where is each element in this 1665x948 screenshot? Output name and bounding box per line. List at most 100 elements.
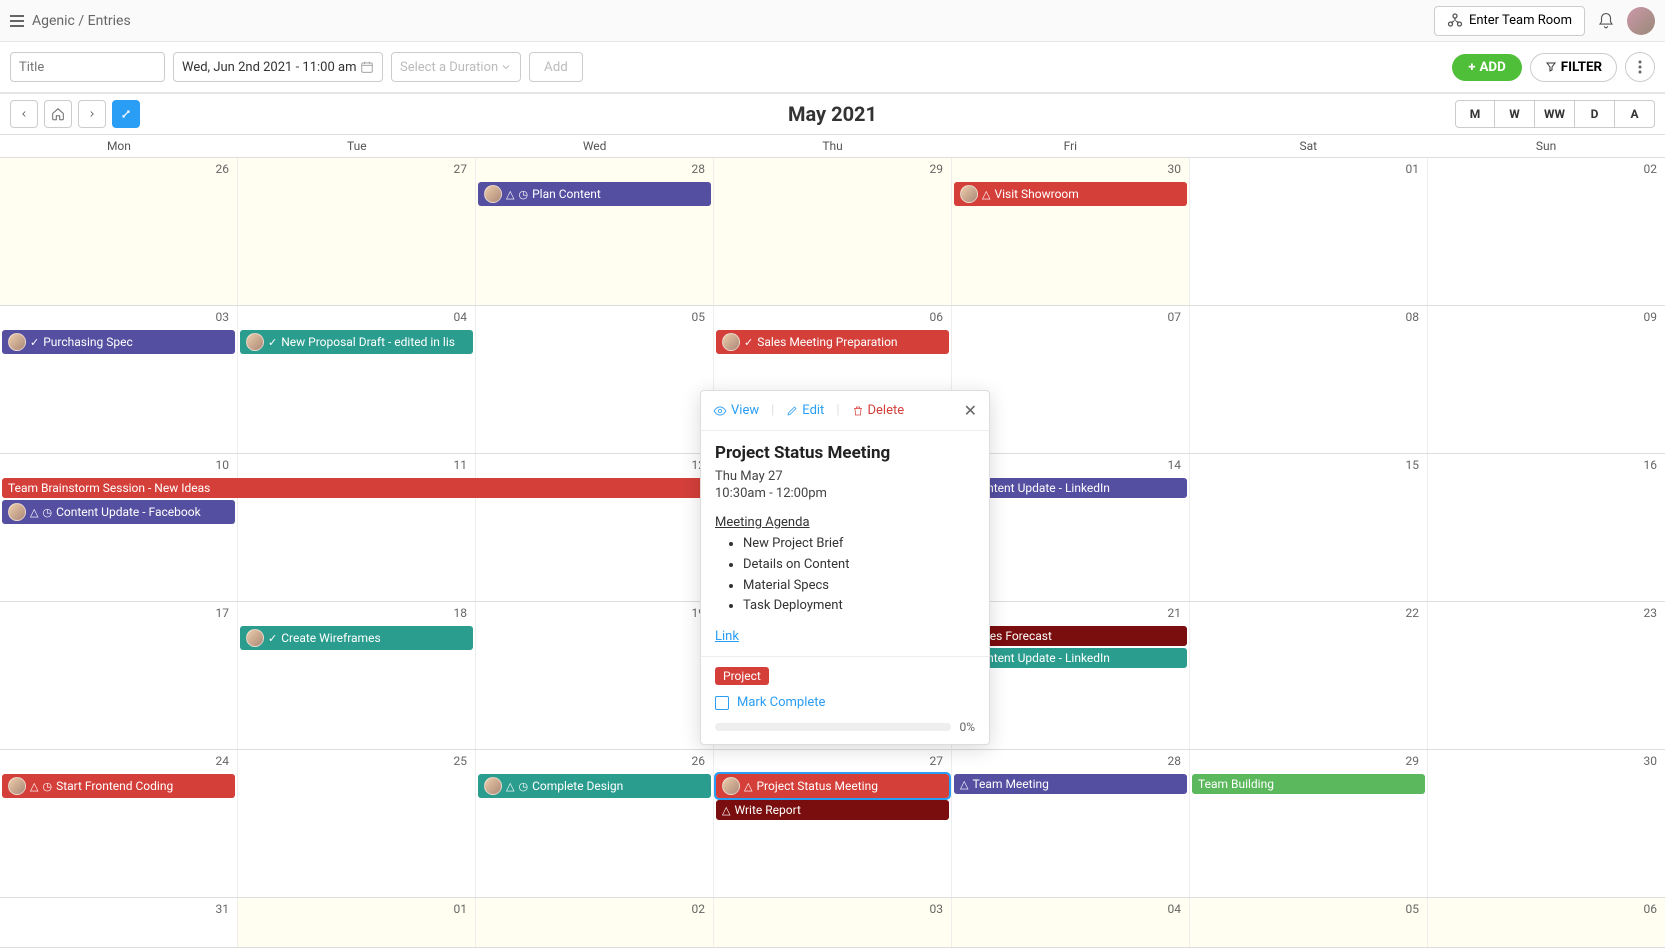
check-icon: ✓ bbox=[744, 336, 753, 349]
calendar-cell[interactable]: 03✓Purchasing Spec bbox=[0, 306, 238, 453]
calendar-cell[interactable]: 17 bbox=[0, 602, 238, 749]
notifications-icon[interactable] bbox=[1597, 12, 1615, 30]
filter-button[interactable]: FILTER bbox=[1530, 53, 1617, 82]
calendar-cell[interactable]: 29Team Building bbox=[1190, 750, 1428, 897]
mark-complete-checkbox[interactable]: Mark Complete bbox=[715, 695, 975, 710]
event-title: Team Brainstorm Session - New Ideas bbox=[8, 481, 210, 495]
calendar-cell[interactable]: 29 bbox=[714, 158, 952, 305]
calendar-event[interactable]: △◷Content Update - Facebook bbox=[2, 500, 235, 524]
calendar-cell[interactable]: 11 bbox=[238, 454, 476, 601]
popup-edit-link[interactable]: Edit bbox=[786, 403, 824, 418]
date-number: 26 bbox=[692, 754, 706, 768]
calendar-cell[interactable]: 26 bbox=[0, 158, 238, 305]
expand-button[interactable] bbox=[112, 100, 140, 128]
calendar-cell[interactable]: 03 bbox=[714, 898, 952, 947]
calendar-cell[interactable]: 19 bbox=[476, 602, 714, 749]
calendar-cell[interactable]: 15 bbox=[1190, 454, 1428, 601]
event-title: Content Update - Facebook bbox=[56, 505, 201, 519]
add-small-button[interactable]: Add bbox=[529, 52, 583, 82]
plus-icon: + bbox=[1468, 60, 1475, 75]
view-ww[interactable]: WW bbox=[1535, 100, 1575, 128]
calendar-cell[interactable]: 04 bbox=[952, 898, 1190, 947]
hamburger-icon[interactable] bbox=[10, 15, 24, 27]
calendar-cell[interactable]: 22 bbox=[1190, 602, 1428, 749]
calendar-cell[interactable]: 05 bbox=[476, 306, 714, 453]
title-input[interactable] bbox=[10, 52, 165, 82]
prev-button[interactable] bbox=[10, 100, 38, 128]
calendar-cell[interactable]: 01 bbox=[238, 898, 476, 947]
calendar-cell[interactable]: 02 bbox=[476, 898, 714, 947]
calendar-cell[interactable]: 30 bbox=[1428, 750, 1665, 897]
calendar-event[interactable]: △◷Complete Design bbox=[478, 774, 711, 798]
date-number: 16 bbox=[1644, 458, 1658, 472]
calendar-cell[interactable]: 26 △◷Complete Design bbox=[476, 750, 714, 897]
user-avatar[interactable] bbox=[1627, 7, 1655, 35]
event-popup: View | Edit | Delete ✕ Project Status Me… bbox=[700, 390, 990, 745]
calendar-event[interactable]: △Team Meeting bbox=[954, 774, 1187, 794]
calendar-cell[interactable]: 30△Visit Showroom bbox=[952, 158, 1190, 305]
calendar-event[interactable]: ✓Sales Meeting Preparation bbox=[716, 330, 949, 354]
more-menu[interactable] bbox=[1625, 52, 1655, 82]
date-number: 02 bbox=[1644, 162, 1658, 176]
calendar-cell[interactable]: 18✓Create Wireframes bbox=[238, 602, 476, 749]
date-number: 01 bbox=[454, 902, 468, 916]
calendar-cell[interactable]: 31 bbox=[0, 898, 238, 947]
popup-delete-link[interactable]: Delete bbox=[852, 403, 905, 418]
calendar-cell[interactable]: 05 bbox=[1190, 898, 1428, 947]
date-number: 17 bbox=[216, 606, 230, 620]
view-m[interactable]: M bbox=[1455, 100, 1495, 128]
calendar-event[interactable]: △◷Start Frontend Coding bbox=[2, 774, 235, 798]
today-button[interactable] bbox=[44, 100, 72, 128]
calendar-cell[interactable]: 08 bbox=[1190, 306, 1428, 453]
calendar-event[interactable]: △◷Plan Content bbox=[478, 182, 711, 206]
progress-bar[interactable] bbox=[715, 723, 951, 731]
calendar-event[interactable]: △Visit Showroom bbox=[954, 182, 1187, 206]
view-a[interactable]: A bbox=[1615, 100, 1655, 128]
team-icon bbox=[1447, 13, 1463, 29]
view-w[interactable]: W bbox=[1495, 100, 1535, 128]
duration-select[interactable]: Select a Duration bbox=[391, 52, 521, 82]
calendar-event[interactable]: Team Building bbox=[1192, 774, 1425, 794]
calendar-cell[interactable]: 24△◷Start Frontend Coding bbox=[0, 750, 238, 897]
calendar-event[interactable]: ✓Create Wireframes bbox=[240, 626, 473, 650]
popup-tag[interactable]: Project bbox=[715, 667, 769, 685]
calendar-cell[interactable]: 10Team Brainstorm Session - New Ideas△◷C… bbox=[0, 454, 238, 601]
calendar-cell[interactable]: 28△Team Meeting bbox=[952, 750, 1190, 897]
add-button[interactable]: +ADD bbox=[1452, 54, 1522, 81]
timer-icon: ◷ bbox=[42, 780, 52, 793]
calendar-cell[interactable]: 28△◷Plan Content bbox=[476, 158, 714, 305]
calendar-cell[interactable]: 23 bbox=[1428, 602, 1665, 749]
popup-close-button[interactable]: ✕ bbox=[964, 401, 977, 420]
date-number: 05 bbox=[1406, 902, 1420, 916]
event-avatar bbox=[8, 777, 26, 795]
breadcrumb-app[interactable]: Agenic bbox=[32, 13, 75, 29]
agenda-item: Material Specs bbox=[743, 576, 975, 597]
event-title: Team Meeting bbox=[972, 777, 1048, 791]
calendar-cell[interactable]: 09 bbox=[1428, 306, 1665, 453]
calendar-cell[interactable]: 12 bbox=[476, 454, 714, 601]
calendar-cell[interactable]: 27 bbox=[238, 158, 476, 305]
event-title: Content Update - LinkedIn bbox=[972, 481, 1109, 495]
calendar-event[interactable]: ✓New Proposal Draft - edited in lis bbox=[240, 330, 473, 354]
calendar-event[interactable]: ✓Purchasing Spec bbox=[2, 330, 235, 354]
calendar-cell[interactable]: 01 bbox=[1190, 158, 1428, 305]
calendar-cell[interactable]: 27△Project Status Meeting△Write Report bbox=[714, 750, 952, 897]
calendar-cell[interactable]: 25 bbox=[238, 750, 476, 897]
calendar-cell[interactable]: 04✓New Proposal Draft - edited in lis bbox=[238, 306, 476, 453]
calendar-cell[interactable]: 16 bbox=[1428, 454, 1665, 601]
date-picker[interactable]: Wed, Jun 2nd 2021 - 11:00 am bbox=[173, 52, 383, 82]
calendar-cell[interactable]: 02 bbox=[1428, 158, 1665, 305]
calendar-event[interactable]: △Write Report bbox=[716, 800, 949, 820]
calendar-cell[interactable]: 06 bbox=[1428, 898, 1665, 947]
event-title: Start Frontend Coding bbox=[56, 779, 173, 793]
popup-link[interactable]: Link bbox=[715, 629, 739, 644]
event-title: Create Wireframes bbox=[281, 631, 380, 645]
calendar-event[interactable]: △Project Status Meeting bbox=[716, 774, 949, 798]
popup-view-link[interactable]: View bbox=[713, 403, 759, 418]
enter-team-room-button[interactable]: Enter Team Room bbox=[1434, 6, 1585, 36]
event-avatar bbox=[484, 185, 502, 203]
calendar-event[interactable]: Team Brainstorm Session - New Ideas bbox=[2, 478, 703, 498]
day-header: MonTueWedThuFriSatSun bbox=[0, 135, 1665, 158]
next-button[interactable] bbox=[78, 100, 106, 128]
view-d[interactable]: D bbox=[1575, 100, 1615, 128]
